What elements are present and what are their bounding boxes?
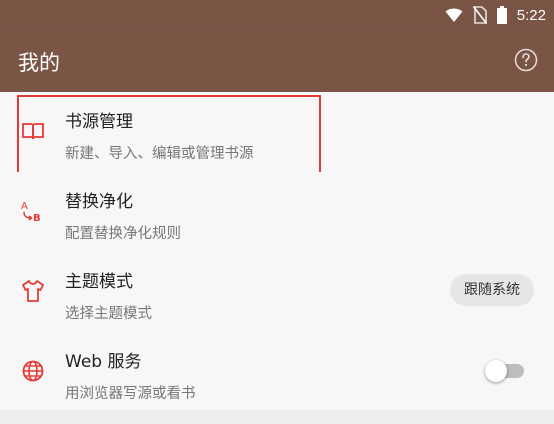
setting-subtitle: 配置替换净化规则 [65,226,181,242]
setting-subtitle: 用浏览器写源或看书 [65,386,196,402]
toggle-knob [485,360,507,382]
settings-list: 书源管理 新建、导入、编辑或管理书源 A B 替换净化 配置替换净化规则 主题模… [0,92,554,412]
book-icon [22,123,44,140]
no-sim-icon [472,6,487,24]
page-title: 我的 [18,51,60,75]
setting-title: 主题模式 [65,272,133,292]
setting-item-book-source[interactable]: 书源管理 新建、导入、编辑或管理书源 [0,92,554,177]
globe-icon [22,360,44,382]
setting-item-theme[interactable]: 主题模式 选择主题模式 跟随系统 [0,252,554,332]
help-circle-icon[interactable] [514,48,538,72]
status-icons: 5:22 [445,0,546,30]
web-service-toggle[interactable] [485,360,524,382]
status-time: 5:22 [516,6,546,24]
wifi-icon [445,8,463,22]
tshirt-icon [22,280,44,302]
battery-icon [496,6,507,24]
setting-subtitle: 新建、导入、编辑或管理书源 [65,146,254,162]
setting-subtitle: 选择主题模式 [65,306,152,322]
status-bar: 5:22 [0,0,554,30]
svg-text:B: B [33,213,41,224]
replace-ab-icon: A B [21,201,41,224]
app-bar: 我的 [0,30,554,92]
setting-title: 书源管理 [65,112,133,132]
theme-mode-chip[interactable]: 跟随系统 [450,274,534,306]
highlight-box [17,95,321,177]
bottom-divider [0,410,554,424]
svg-text:A: A [21,201,28,212]
setting-title: 替换净化 [65,192,133,212]
setting-title: Web 服务 [65,352,142,372]
setting-item-replace[interactable]: A B 替换净化 配置替换净化规则 [0,172,554,252]
setting-item-web-service[interactable]: Web 服务 用浏览器写源或看书 [0,332,554,412]
